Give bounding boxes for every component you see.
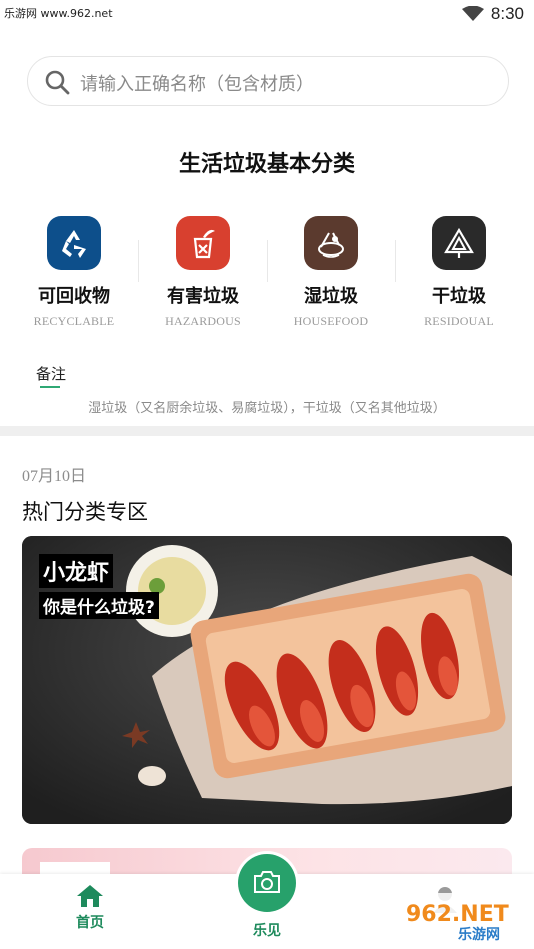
- page-title: 生活垃圾基本分类: [178, 152, 355, 177]
- residual-icon: [432, 216, 486, 270]
- recycle-icon: [47, 216, 101, 270]
- nav-home[interactable]: 首页: [68, 884, 112, 932]
- status-bar: 乐游网 www.962.net 8:30: [0, 0, 534, 30]
- category-label: 湿垃圾: [304, 286, 358, 307]
- hazard-icon: [176, 216, 230, 270]
- nav-home-label: 首页: [76, 915, 104, 931]
- home-icon: [77, 885, 103, 907]
- camera-button[interactable]: [238, 854, 296, 912]
- category-label-en: RESIDOUAL: [424, 314, 494, 328]
- category-recyclable[interactable]: 可回收物 RECYCLABLE: [10, 212, 138, 336]
- category-housefood[interactable]: 湿垃圾 HOUSEFOOD: [267, 212, 395, 336]
- category-hazardous[interactable]: 有害垃圾 HAZARDOUS: [139, 212, 267, 336]
- feature-caption-title: 小龙虾: [39, 554, 114, 588]
- category-label-en: HOUSEFOOD: [293, 314, 369, 328]
- watermark-sub: 乐游网: [458, 926, 500, 943]
- category-label: 有害垃圾: [167, 286, 239, 307]
- food-waste-icon: [304, 216, 358, 270]
- category-row: 可回收物 RECYCLABLE 有害垃圾 HAZARDOUS 湿垃圾 HOUSE…: [10, 212, 524, 342]
- site-watermark: 乐游网 www.962.net: [4, 7, 113, 20]
- camera-icon: [254, 871, 280, 893]
- feature-caption-subtitle: 你是什么垃圾?: [39, 592, 159, 619]
- search-icon: [45, 70, 70, 95]
- category-label-en: RECYCLABLE: [33, 314, 115, 328]
- tab-indicator: [40, 386, 60, 388]
- search-placeholder: 请输入正确名称（包含材质）: [80, 74, 314, 95]
- site-watermark-logo: 962.NET 乐游网: [398, 893, 526, 943]
- nav-camera-label: 乐见: [253, 923, 281, 939]
- category-label: 干垃圾: [432, 286, 486, 307]
- category-label-en: HAZARDOUS: [165, 314, 241, 328]
- search-input[interactable]: 请输入正确名称（包含材质）: [27, 56, 509, 106]
- category-label: 可回收物: [38, 286, 110, 307]
- watermark-brand: 962.NET: [406, 902, 509, 927]
- status-time: 8:30: [490, 4, 524, 23]
- category-residual[interactable]: 干垃圾 RESIDOUAL: [395, 212, 523, 336]
- section-title: 热门分类专区: [22, 500, 148, 524]
- feed-date: 07月10日: [22, 468, 87, 485]
- tab-note[interactable]: 备注: [36, 363, 66, 384]
- note-text: 湿垃圾（又名厨余垃圾、易腐垃圾），干垃圾（又名其他垃圾）: [88, 401, 446, 416]
- section-divider: [0, 426, 534, 436]
- feature-card[interactable]: 小龙虾 你是什么垃圾?: [22, 536, 512, 824]
- wifi-icon: [462, 6, 484, 21]
